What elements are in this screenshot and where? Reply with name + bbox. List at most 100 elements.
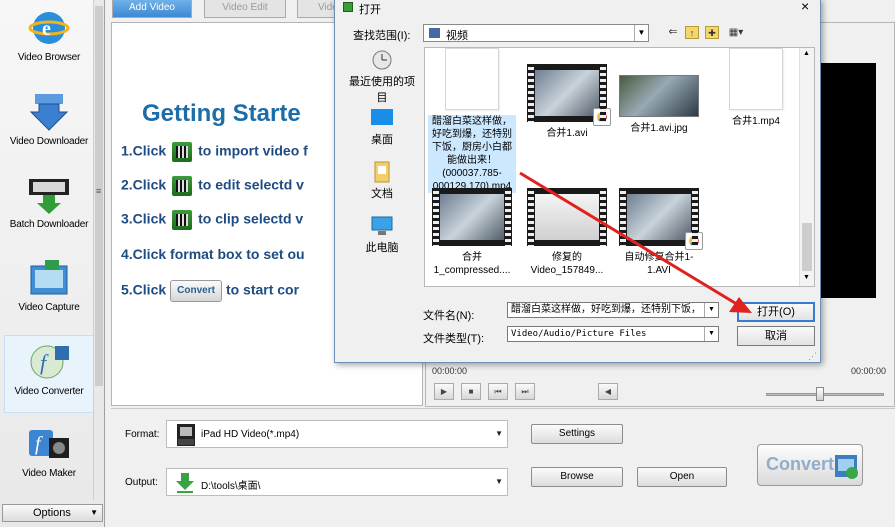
convert-mini-icon: Convert bbox=[170, 280, 222, 302]
sidebar-item-batch-downloader[interactable]: Batch Downloader bbox=[4, 169, 94, 247]
volume-button[interactable]: ◀ bbox=[598, 383, 618, 400]
tab-label: Add Video bbox=[129, 2, 175, 13]
image-thumbnail bbox=[619, 75, 699, 117]
filename-input[interactable]: 醋溜白菜这样做，好吃到爆，还特别下饭， ▼ bbox=[507, 302, 719, 318]
open-folder-button[interactable]: Open bbox=[637, 467, 727, 487]
format-value: iPad HD Video(*.mp4) bbox=[201, 429, 300, 440]
file-caption: 合井1.mp4 bbox=[732, 116, 780, 127]
step-text: to clip selectd v bbox=[198, 210, 304, 227]
place-this-pc[interactable]: 此电脑 bbox=[344, 215, 420, 255]
scrollbar-thumb[interactable] bbox=[802, 223, 812, 271]
browse-label: Browse bbox=[560, 471, 594, 482]
format-label: Format: bbox=[125, 429, 160, 440]
next-button[interactable]: ⏭ bbox=[515, 383, 535, 400]
lookin-select[interactable]: 视频 ▼ bbox=[423, 24, 649, 42]
step-text: to import video f bbox=[198, 142, 308, 159]
format-select[interactable]: iPad HD Video(*.mp4) ▼ bbox=[166, 420, 508, 448]
convert-button[interactable]: Convert bbox=[757, 444, 863, 486]
scroll-down-icon[interactable]: ▼ bbox=[803, 274, 810, 281]
file-item[interactable]: 醋溜白菜这样做，好吃到爆，还特别下饭，厨房小白都能做出来！(000037.785… bbox=[428, 48, 516, 193]
chevron-down-icon: ▼ bbox=[495, 429, 503, 438]
scrollbar-thumb[interactable] bbox=[95, 6, 103, 386]
video-thumbnail bbox=[527, 64, 611, 126]
play-button[interactable]: ▶ bbox=[434, 383, 454, 400]
file-caption: 醋溜白菜这样做，好吃到爆，还特别下饭，厨房小白都能做出来！(000037.785… bbox=[428, 115, 516, 193]
clip-video-icon bbox=[172, 210, 193, 230]
volume-slider-knob[interactable] bbox=[816, 387, 825, 401]
time-current: 00:00:00 bbox=[432, 366, 468, 376]
file-caption: 合并1.avi bbox=[546, 128, 588, 139]
volume-slider[interactable] bbox=[766, 393, 884, 396]
sidebar-item-video-browser[interactable]: e Video Browser bbox=[4, 2, 94, 80]
file-item[interactable]: 合并1.avi.jpg bbox=[615, 61, 703, 135]
chevron-down-icon: ▼ bbox=[634, 25, 648, 41]
back-arrow-icon[interactable]: ⇐ bbox=[666, 26, 680, 39]
sidebar-scrollbar[interactable]: ≡ bbox=[93, 0, 104, 500]
sidebar-item-video-maker[interactable]: f Video Maker bbox=[4, 418, 94, 496]
filetype-select[interactable]: Video/Audio/Picture Files ▼ bbox=[507, 326, 719, 342]
video-thumbnail bbox=[527, 188, 607, 246]
resize-grip-icon[interactable]: ⋰ bbox=[808, 351, 817, 362]
file-item[interactable]: 自动修复合并1-1.AVI bbox=[615, 188, 703, 277]
dialog-open-button[interactable]: 打开(O) bbox=[737, 302, 815, 322]
file-item[interactable]: 合并1.avi bbox=[523, 64, 611, 140]
chevron-down-icon[interactable]: ▼ bbox=[704, 327, 718, 341]
getting-started-title: Getting Starte bbox=[142, 100, 301, 127]
output-value: D:\tools\桌面\ bbox=[201, 481, 261, 492]
sidebar-item-video-downloader[interactable]: Video Downloader bbox=[4, 86, 94, 164]
options-dropdown[interactable]: Options ▼ bbox=[2, 504, 103, 522]
new-folder-icon[interactable]: ✚ bbox=[705, 26, 719, 39]
close-icon[interactable]: × bbox=[801, 0, 809, 14]
converter-icon: f bbox=[30, 345, 69, 379]
place-desktop[interactable]: 桌面 bbox=[344, 107, 420, 147]
video-thumbnail bbox=[619, 188, 703, 250]
folder-icon bbox=[429, 28, 440, 38]
settings-label: Settings bbox=[558, 428, 596, 439]
filetype-value: Video/Audio/Picture Files bbox=[511, 329, 647, 339]
place-label: 此电脑 bbox=[365, 242, 399, 254]
tab-video-edit[interactable]: Video Edit bbox=[204, 0, 286, 18]
download-folder-icon bbox=[176, 473, 194, 493]
up-folder-icon[interactable]: ↑ bbox=[685, 26, 699, 39]
sidebar-item-video-capture[interactable]: Video Capture bbox=[4, 252, 94, 330]
sidebar-item-label: Video Capture bbox=[18, 302, 80, 313]
stop-button[interactable]: ■ bbox=[461, 383, 481, 400]
scroll-up-icon[interactable]: ▲ bbox=[803, 50, 810, 57]
dialog-title: 打开 bbox=[359, 4, 381, 16]
chevron-down-icon[interactable]: ▼ bbox=[704, 303, 718, 317]
place-label: 文档 bbox=[371, 188, 393, 200]
output-folder-select[interactable]: D:\tools\桌面\ ▼ bbox=[166, 468, 508, 496]
convert-film-icon bbox=[835, 455, 858, 479]
step-text: 4.Click format box to set ou bbox=[121, 246, 305, 262]
tab-add-video[interactable]: Add Video bbox=[112, 0, 192, 18]
previous-button[interactable]: ⏮ bbox=[488, 383, 508, 400]
step-3: 3.Click to clip selectd v bbox=[121, 210, 303, 230]
file-caption: 自动修复合并1-1.AVI bbox=[624, 252, 694, 276]
dialog-cancel-button[interactable]: 取消 bbox=[737, 326, 815, 346]
open-button-label: 打开(O) bbox=[757, 306, 795, 318]
cancel-button-label: 取消 bbox=[765, 330, 787, 342]
next-icon: ⏭ bbox=[521, 387, 529, 396]
view-menu-icon[interactable]: ▦▾ bbox=[725, 26, 747, 39]
file-caption: 合并1.avi.jpg bbox=[630, 123, 688, 134]
file-list[interactable]: 醋溜白菜这样做，好吃到爆，还特别下饭，厨房小白都能做出来！(000037.785… bbox=[424, 47, 815, 287]
place-documents[interactable]: 文档 bbox=[344, 161, 420, 201]
sidebar-item-video-converter[interactable]: f Video Converter bbox=[4, 335, 94, 413]
desktop-icon bbox=[371, 109, 393, 125]
speaker-icon: ◀ bbox=[604, 387, 612, 396]
previous-icon: ⏮ bbox=[494, 387, 502, 396]
tab-video[interactable]: Vide bbox=[297, 0, 338, 18]
file-list-scrollbar[interactable]: ▲ ▼ bbox=[799, 48, 814, 286]
filename-value: 醋溜白菜这样做，好吃到爆，还特别下饭， bbox=[511, 304, 701, 315]
document-thumbnail bbox=[729, 48, 783, 110]
place-recent[interactable]: 最近使用的项目 bbox=[344, 49, 420, 105]
browse-button[interactable]: Browse bbox=[531, 467, 623, 487]
file-item[interactable]: 合井1.mp4 bbox=[712, 48, 800, 128]
sidebar-item-label: Batch Downloader bbox=[9, 219, 89, 230]
file-item[interactable]: 修复的Video_157849... bbox=[523, 188, 611, 277]
settings-button[interactable]: Settings bbox=[531, 424, 623, 444]
filename-label: 文件名(N): bbox=[423, 310, 475, 322]
sidebar: e Video Browser Video Downloader Batch D… bbox=[0, 0, 105, 527]
step-4: 4.Click format box to set ou bbox=[121, 246, 305, 262]
file-item[interactable]: 合并1_compressed.... bbox=[428, 188, 516, 277]
